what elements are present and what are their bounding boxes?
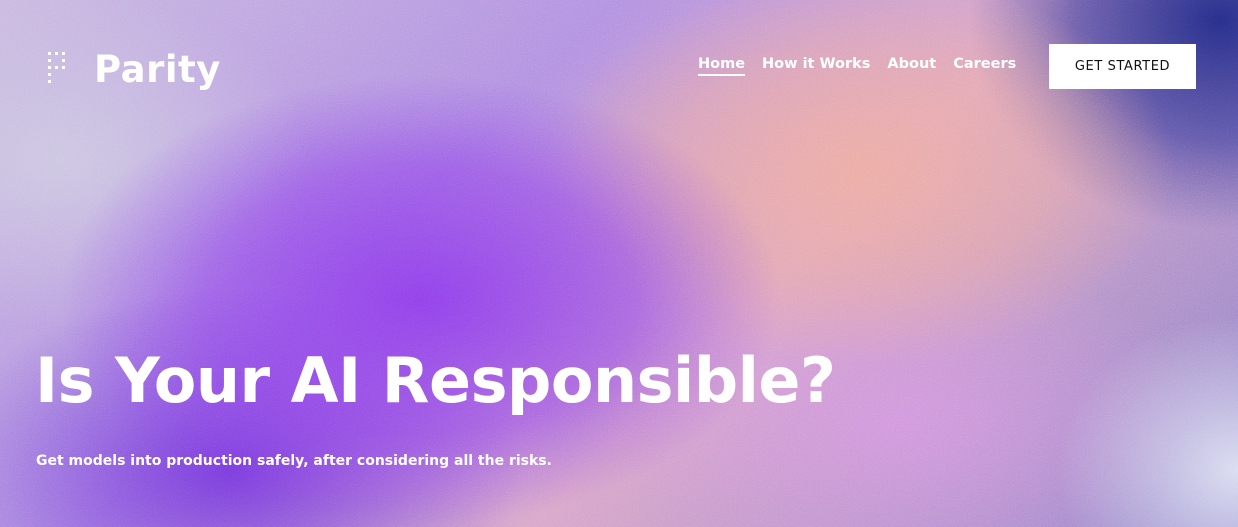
main-nav: Home How it Works About Careers (698, 56, 1033, 76)
hero-headline: Is Your AI Responsible? (35, 344, 836, 417)
nav-about[interactable]: About (887, 56, 936, 76)
get-started-button[interactable]: GET STARTED (1049, 44, 1196, 89)
brand-name: Parity (94, 47, 221, 91)
nav-careers[interactable]: Careers (953, 56, 1016, 76)
nav-how-it-works[interactable]: How it Works (762, 56, 870, 76)
brand-logo-link[interactable]: Parity (46, 46, 221, 92)
hero-subtext: Get models into production safely, after… (36, 453, 552, 469)
nav-home[interactable]: Home (698, 56, 746, 76)
dot-grid-logo-icon (48, 52, 65, 83)
